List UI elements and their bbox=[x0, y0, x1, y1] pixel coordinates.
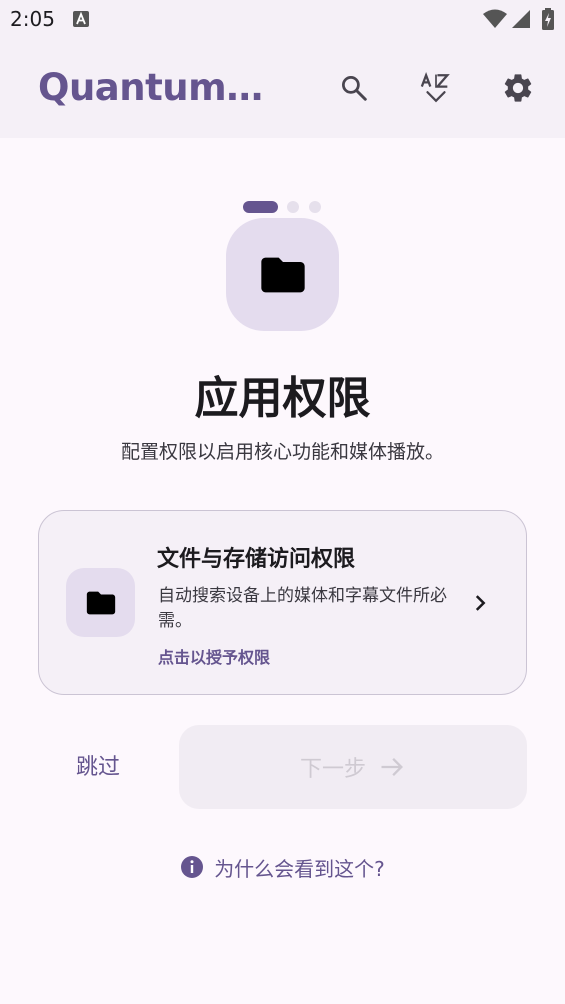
card-description: 自动搜索设备上的媒体和字幕文件所必需。 bbox=[158, 586, 447, 631]
why-see-this-label: 为什么会看到这个? bbox=[214, 856, 385, 881]
next-button-label: 下一步 bbox=[299, 757, 366, 782]
card-icon-container bbox=[66, 568, 135, 637]
why-see-this-link[interactable]: 为什么会看到这个? bbox=[0, 852, 565, 882]
info-icon bbox=[181, 856, 204, 878]
signal-icon bbox=[512, 10, 530, 28]
card-title: 文件与存储访问权限 bbox=[157, 547, 356, 572]
settings-gear-icon bbox=[504, 74, 532, 102]
grant-permission-link[interactable]: 点击以授予权限 bbox=[158, 644, 270, 668]
storage-permission-card[interactable]: 文件与存储访问权限 自动搜索设备上的媒体和字幕文件所必需。 点击以授予权限 bbox=[38, 510, 527, 695]
next-button[interactable]: 下一步 bbox=[179, 725, 527, 809]
page-indicator bbox=[0, 200, 565, 214]
wifi-icon bbox=[483, 9, 507, 28]
chevron-right-icon bbox=[475, 595, 486, 611]
page-dot bbox=[309, 201, 321, 213]
a-text-icon bbox=[73, 11, 89, 27]
page-dot bbox=[287, 201, 299, 213]
top-app-bar: QuantumMusic bbox=[0, 38, 565, 138]
app-title: QuantumMusic bbox=[38, 66, 293, 109]
page-title: 应用权限 bbox=[194, 373, 371, 424]
sort-az-icon bbox=[420, 72, 450, 103]
folder-icon bbox=[260, 257, 305, 292]
page-subtitle: 配置权限以启用核心功能和媒体播放。 bbox=[120, 441, 444, 463]
battery-charging-icon bbox=[542, 8, 554, 30]
folder-icon bbox=[86, 591, 115, 614]
settings-button[interactable] bbox=[496, 66, 540, 110]
skip-button[interactable]: 跳过 bbox=[50, 740, 146, 796]
status-bar: 2:05 bbox=[0, 0, 565, 38]
sort-button[interactable] bbox=[414, 66, 458, 110]
search-icon bbox=[342, 76, 367, 101]
arrow-right-icon bbox=[381, 758, 403, 776]
page-dot-active bbox=[243, 201, 278, 213]
search-button[interactable] bbox=[332, 66, 376, 110]
status-time: 2:05 bbox=[10, 7, 55, 31]
hero-icon-container bbox=[226, 218, 339, 331]
